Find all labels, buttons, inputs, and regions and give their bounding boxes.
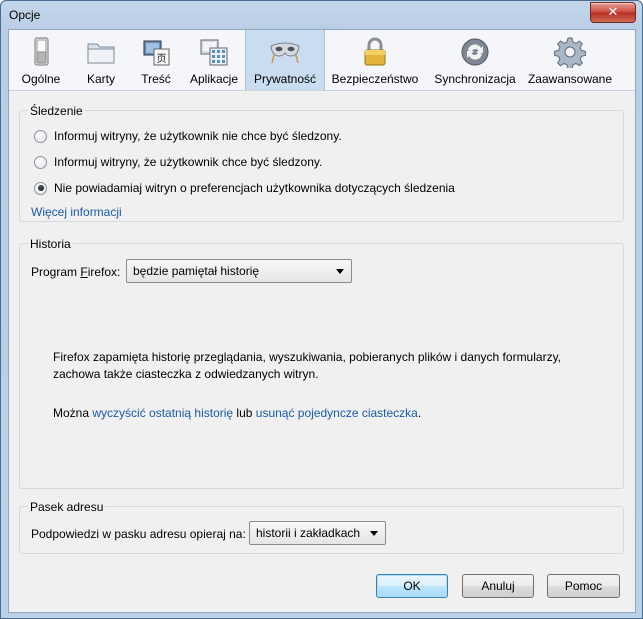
content-icon: 页 bbox=[143, 40, 170, 66]
tab-advanced[interactable]: Zaawansowane bbox=[525, 30, 615, 90]
suggest-value: historii i zakładkach bbox=[256, 526, 361, 540]
remove-cookies-link[interactable]: usunąć pojedyncze ciasteczka bbox=[256, 406, 418, 420]
sync-icon bbox=[461, 38, 489, 66]
gear-icon bbox=[554, 37, 586, 68]
radio-button[interactable] bbox=[34, 181, 47, 195]
tab-label: Zaawansowane bbox=[527, 72, 613, 86]
help-button[interactable]: Pomoc bbox=[547, 574, 620, 598]
tab-sync[interactable]: Synchronizacja bbox=[425, 30, 525, 90]
chevron-down-icon bbox=[336, 269, 344, 274]
title-bar[interactable]: Opcje ✕ bbox=[1, 1, 642, 29]
location-bar-legend: Pasek adresu bbox=[28, 500, 106, 514]
tab-tabs[interactable]: Karty bbox=[73, 30, 129, 90]
suggest-select[interactable]: historii i zakładkach bbox=[249, 521, 386, 545]
tracking-option-no-preference[interactable]: Nie powiadamiaj witryn o preferencjach u… bbox=[34, 181, 455, 195]
tracking-option-track[interactable]: Informuj witryny, że użytkownik chce być… bbox=[34, 155, 322, 169]
window-title: Opcje bbox=[9, 8, 41, 22]
pane-toolbar: Ogólne Karty 页 Treść Aplikacje Prywatnoś… bbox=[9, 30, 635, 91]
folder-icon bbox=[87, 43, 115, 64]
tab-label: Treść bbox=[141, 72, 171, 86]
radio-button[interactable] bbox=[34, 129, 47, 143]
radio-label: Informuj witryny, że użytkownik chce być… bbox=[54, 155, 323, 169]
tab-label: Bezpieczeństwo bbox=[331, 72, 419, 86]
dialog-client: Ogólne Karty 页 Treść Aplikacje Prywatnoś… bbox=[8, 29, 636, 613]
svg-text:页: 页 bbox=[157, 53, 167, 65]
tab-label: Prywatność bbox=[253, 72, 317, 86]
location-bar-group: Pasek adresu Podpowiedzi w pasku adresu … bbox=[19, 500, 624, 554]
applications-icon bbox=[200, 39, 228, 66]
close-button[interactable]: ✕ bbox=[590, 2, 636, 23]
tab-label: Ogólne bbox=[21, 72, 61, 86]
history-mode-select[interactable]: będzie pamiętał historię bbox=[126, 259, 352, 283]
tab-applications[interactable]: Aplikacje bbox=[183, 30, 245, 90]
history-group: Historia Program Firefox: będzie pamięta… bbox=[19, 237, 624, 489]
more-info-link[interactable]: Więcej informacji bbox=[31, 205, 122, 219]
options-window: Opcje ✕ Ogólne Karty 页 Treść Aplikacje P… bbox=[0, 0, 643, 619]
close-icon: ✕ bbox=[607, 5, 619, 20]
radio-label: Informuj witryny, że użytkownik nie chce… bbox=[54, 129, 342, 143]
history-mode-value: będzie pamiętał historię bbox=[133, 264, 260, 278]
chevron-down-icon bbox=[370, 531, 378, 536]
clear-history-link[interactable]: wyczyścić ostatnią historię bbox=[92, 406, 233, 420]
history-legend: Historia bbox=[28, 237, 73, 251]
tab-label: Karty bbox=[86, 72, 115, 86]
tab-label: Aplikacje bbox=[189, 72, 239, 86]
tab-label: Synchronizacja bbox=[434, 72, 516, 86]
padlock-icon bbox=[364, 37, 386, 66]
mask-icon bbox=[270, 42, 300, 64]
suggest-label: Podpowiedzi w pasku adresu opieraj na: bbox=[31, 527, 246, 541]
tab-content[interactable]: 页 Treść bbox=[129, 30, 183, 90]
ok-button[interactable]: OK bbox=[376, 574, 448, 598]
history-description: Firefox zapamięta historię przeglądania,… bbox=[53, 350, 562, 381]
switch-icon bbox=[34, 37, 49, 66]
history-clear-line: Można wyczyścić ostatnią historię lub us… bbox=[53, 406, 422, 420]
tab-general[interactable]: Ogólne bbox=[9, 30, 73, 90]
tracking-legend: Śledzenie bbox=[28, 104, 85, 118]
radio-label: Nie powiadamiaj witryn o preferencjach u… bbox=[54, 181, 455, 195]
tracking-option-no-track[interactable]: Informuj witryny, że użytkownik nie chce… bbox=[34, 129, 342, 143]
cancel-button[interactable]: Anuluj bbox=[462, 574, 534, 598]
tab-privacy[interactable]: Prywatność bbox=[245, 30, 325, 90]
history-program-label: Program Firefox: bbox=[31, 265, 121, 279]
tab-security[interactable]: Bezpieczeństwo bbox=[325, 30, 425, 90]
radio-button[interactable] bbox=[34, 155, 47, 169]
tracking-group: Śledzenie Informuj witryny, że użytkowni… bbox=[19, 104, 624, 222]
